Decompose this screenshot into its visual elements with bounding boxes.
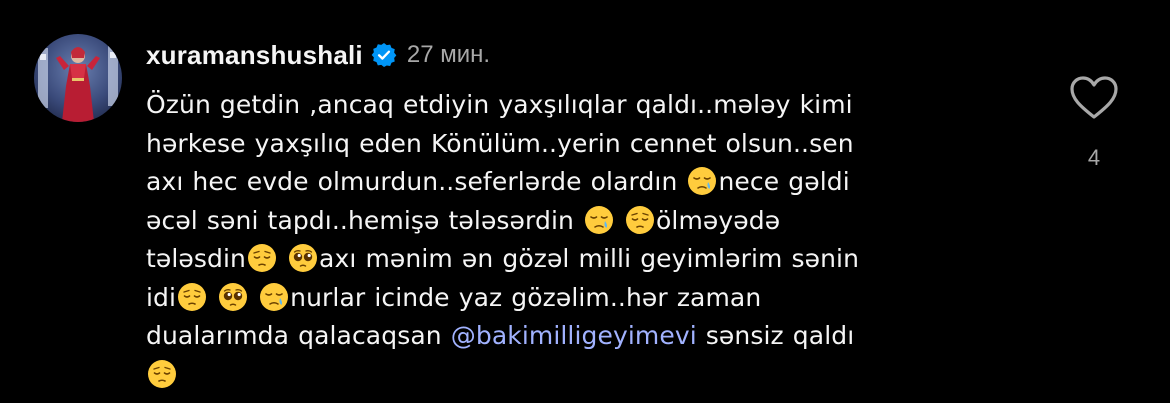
- like-area: [1066, 75, 1122, 121]
- comment-text-line: [146, 356, 1026, 395]
- comment-text-segment: axı hec evde olmurdun..seferlərde olardı…: [146, 167, 687, 196]
- comment-text-line: idi nurlar icinde yaz gözəlim..hər zaman: [146, 279, 1026, 318]
- comment-text-line: tələsdin axı mənim ən gözəl milli geyiml…: [146, 240, 1026, 279]
- avatar[interactable]: [34, 34, 122, 122]
- pensive-face-emoji: [247, 243, 277, 273]
- pensive-face-emoji: [625, 205, 655, 235]
- sleepy-face-emoji: [259, 282, 289, 312]
- sleepy-face-emoji: [584, 205, 614, 235]
- pensive-face-emoji: [177, 282, 207, 312]
- comment-text-line: Özün getdin ,ancaq etdiyin yaxşılıqlar q…: [146, 86, 1026, 125]
- like-count[interactable]: 4: [1076, 145, 1112, 171]
- heart-outline-icon[interactable]: [1068, 75, 1120, 121]
- comment-text-segment: [615, 206, 624, 235]
- comment-text-segment: ölməyədə: [656, 205, 781, 235]
- comment-text-segment: hərkese yaxşılıq eden Könülüm..yerin cen…: [146, 128, 854, 158]
- comment-text-segment: [208, 283, 217, 312]
- comment-text-line: əcəl səni tapdı..hemişə tələsərdin ölməy…: [146, 202, 1026, 241]
- comment-text-line: hərkese yaxşılıq eden Könülüm..yerin cen…: [146, 125, 1026, 164]
- comment-header: xuramanshushali 27 мин.: [146, 38, 490, 72]
- comment-item: xuramanshushali 27 мин. Özün getdin ,anc…: [0, 0, 1170, 403]
- comment-text-segment: nurlar icinde yaz gözəlim..hər zaman: [290, 282, 762, 312]
- comment-text-segment: axı mənim ən gözəl milli geyimlərim səni…: [319, 244, 860, 273]
- comment-text-segment: nece gəldi: [718, 167, 850, 196]
- sleepy-face-emoji: [687, 166, 717, 196]
- pleading-face-emoji: [218, 282, 248, 312]
- username[interactable]: xuramanshushali: [146, 40, 363, 71]
- pleading-face-emoji: [288, 243, 318, 273]
- comment-text-segment: Özün getdin ,ancaq etdiyin yaxşılıqlar q…: [146, 90, 853, 119]
- mention-link[interactable]: @bakimilligeyimevi: [451, 321, 697, 350]
- comment-text-segment: [249, 283, 258, 312]
- comment-text-line: axı hec evde olmurdun..seferlərde olardı…: [146, 163, 1026, 202]
- verified-badge-icon: [371, 42, 397, 68]
- comment-text-segment: idi: [146, 282, 177, 312]
- comment-timestamp: 27 мин.: [406, 41, 491, 68]
- avatar-image: [34, 34, 122, 122]
- comment-text-segment: əcəl səni tapdı..hemişə tələsərdin: [146, 205, 583, 235]
- comment-text-line: dualarımda qalacaqsan @bakimilligeyimevi…: [146, 317, 1026, 356]
- comment-text-segment: [278, 244, 287, 273]
- pensive-face-emoji: [147, 359, 177, 389]
- comment-text-segment: dualarımda qalacaqsan: [146, 321, 451, 350]
- comment-text-segment: tələsdin: [146, 244, 246, 273]
- comment-text-segment: sənsiz qaldı: [696, 321, 855, 350]
- comment-text: Özün getdin ,ancaq etdiyin yaxşılıqlar q…: [146, 86, 1026, 394]
